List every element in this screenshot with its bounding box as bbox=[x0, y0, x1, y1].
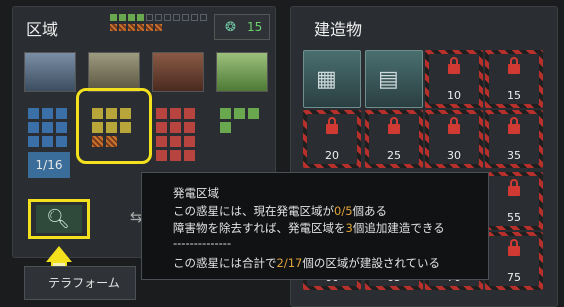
locked-slot-35[interactable]: 35 bbox=[485, 110, 543, 168]
mining-district-tiles bbox=[156, 108, 200, 168]
power-district-tooltip: 発電区域 この惑星には、現在発電区域が0/5個ある 障害物を除去すれば、発電区域… bbox=[141, 172, 489, 280]
city-district-thumb[interactable] bbox=[24, 52, 76, 92]
locked-slot-10[interactable]: 10 bbox=[425, 50, 483, 108]
locked-slot-30[interactable]: 30 bbox=[425, 110, 483, 168]
lock-icon bbox=[508, 239, 520, 256]
district-summary-strip bbox=[110, 14, 210, 36]
locked-slot-15[interactable]: 15 bbox=[485, 50, 543, 108]
building-icon: ▤ bbox=[378, 67, 399, 92]
building-slot-1[interactable]: ▦ bbox=[303, 50, 361, 108]
locked-slot-25[interactable]: 25 bbox=[365, 110, 423, 168]
buildings-title: 建造物 bbox=[314, 20, 363, 39]
lock-icon bbox=[508, 179, 520, 196]
lock-icon bbox=[326, 117, 338, 134]
tooltip-line-4: この惑星には合計で2/17個の区域が建設されている bbox=[173, 256, 440, 270]
search-button[interactable]: 🔍︎ bbox=[36, 205, 82, 233]
power-district-thumb[interactable] bbox=[88, 52, 140, 92]
terraform-button[interactable]: テラフォーム bbox=[24, 266, 136, 300]
resource-counter[interactable]: ❂ 15 bbox=[214, 14, 270, 40]
tooltip-line-2: 障害物を除去すれば、発電区域を3個追加建造できる bbox=[173, 221, 445, 235]
tooltip-separator: -------------- bbox=[173, 236, 232, 250]
city-district-tiles bbox=[28, 108, 72, 148]
tooltip-line-1: この惑星には、現在発電区域が0/5個ある bbox=[173, 204, 388, 218]
resource-icon: ❂ bbox=[225, 20, 236, 35]
farming-district-tiles bbox=[220, 108, 264, 138]
building-slot-2[interactable]: ▤ bbox=[365, 50, 423, 108]
planet-view: 区域 ❂ 15 1/16 🔍︎ ⇆ テラフォーム 建造物 ▦ ▤ 10 15 2… bbox=[0, 0, 564, 307]
lock-icon bbox=[508, 117, 520, 134]
building-icon: ▦ bbox=[316, 67, 337, 92]
search-icon: 🔍︎ bbox=[46, 208, 71, 230]
power-district-tiles bbox=[92, 108, 136, 152]
locked-slot-55[interactable]: 55 bbox=[485, 172, 543, 230]
lock-icon bbox=[508, 57, 520, 74]
district-title: 区域 bbox=[26, 20, 59, 39]
lock-icon bbox=[388, 117, 400, 134]
lock-icon bbox=[448, 117, 460, 134]
resource-count: 15 bbox=[247, 20, 263, 34]
locked-slot-20[interactable]: 20 bbox=[303, 110, 361, 168]
lock-icon bbox=[448, 57, 460, 74]
mining-district-thumb[interactable] bbox=[152, 52, 204, 92]
tooltip-title: 発電区域 bbox=[173, 186, 219, 200]
farming-district-thumb[interactable] bbox=[216, 52, 268, 92]
locked-slot-75[interactable]: 75 bbox=[485, 232, 543, 290]
page-indicator: 1/16 bbox=[28, 152, 70, 178]
